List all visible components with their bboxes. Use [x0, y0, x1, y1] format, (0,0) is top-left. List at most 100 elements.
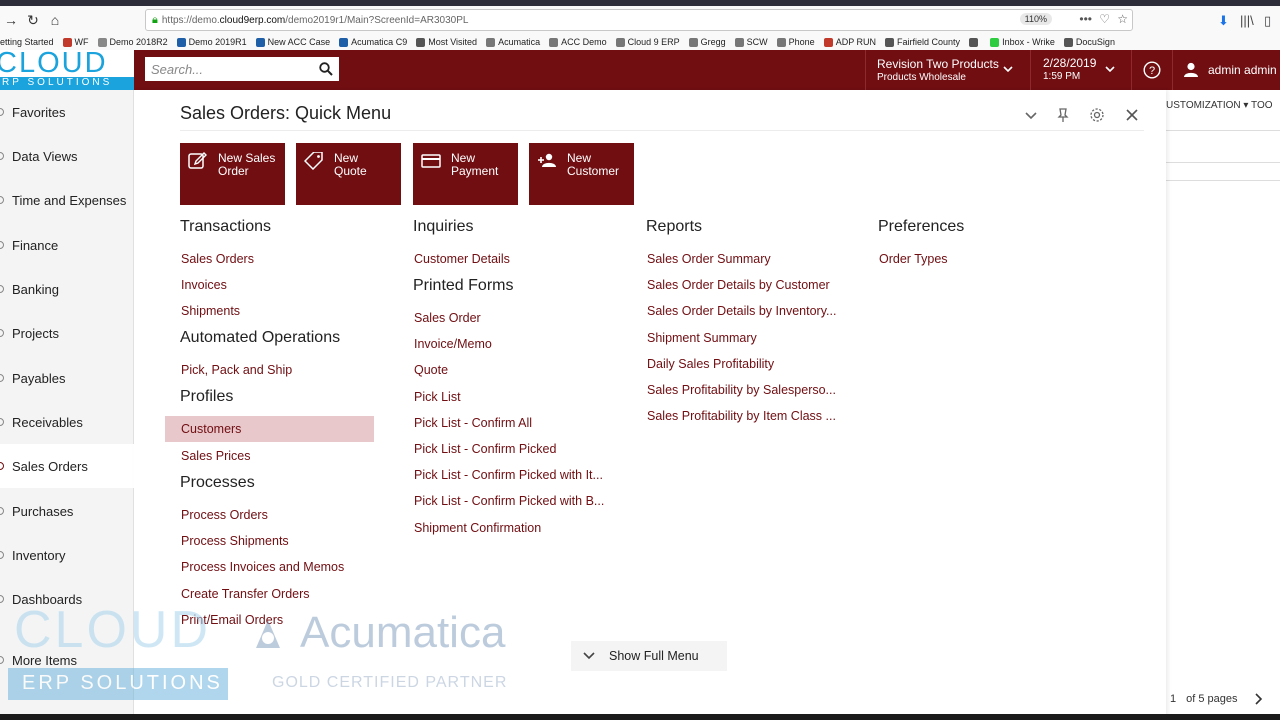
user-menu[interactable]: admin admin — [1184, 50, 1277, 90]
business-date-selector[interactable]: 2/28/2019 1:59 PM — [1031, 50, 1131, 90]
sidebar-item-label: Payables — [12, 370, 66, 386]
address-bar[interactable]: 🔒︎ https://demo.cloud9erp.com/demo2019r1… — [145, 9, 1133, 31]
forward-icon[interactable]: → — [0, 9, 22, 31]
quick-menu-link[interactable]: Order Types — [879, 252, 948, 266]
pin-icon[interactable] — [1055, 107, 1071, 123]
edit-icon — [188, 152, 207, 169]
sidebar-item-data-views[interactable]: Data Views — [0, 134, 134, 178]
quick-menu-link[interactable]: Sales Profitability by Salesperso... — [647, 383, 836, 397]
sidebar-item-purchases[interactable]: Purchases — [0, 489, 134, 533]
chevron-down-icon[interactable] — [1023, 107, 1039, 123]
pager-current-page[interactable]: 1 — [1170, 693, 1176, 705]
section-heading: Inquiries — [413, 218, 474, 235]
chevron-down-icon[interactable] — [1003, 64, 1013, 74]
zoom-level[interactable]: 110% — [1019, 13, 1052, 25]
module-icon — [0, 507, 4, 515]
sidebar-item-payables[interactable]: Payables — [0, 356, 134, 400]
quick-menu-link[interactable]: Sales Profitability by Item Class ... — [647, 409, 836, 423]
bookmark-item[interactable]: Demo 2019R1 — [176, 37, 247, 47]
app-header: CLOUD RP SOLUTIONS Revision Two Products… — [0, 50, 1280, 90]
library-icon[interactable]: |||\ — [1240, 13, 1254, 28]
show-full-menu-button[interactable]: Show Full Menu — [571, 641, 727, 671]
bookmark-item[interactable]: etting Started — [0, 37, 54, 47]
quick-menu-link[interactable]: Sales Orders — [181, 252, 254, 266]
bookmark-item[interactable]: Demo 2018R2 — [97, 37, 168, 47]
quick-menu-link[interactable]: Sales Order Summary — [647, 252, 771, 266]
new-quote-button[interactable]: New Quote — [296, 143, 401, 205]
bookmark-item[interactable]: Acumatica — [486, 37, 540, 47]
new-sales-order-button[interactable]: New Sales Order — [180, 143, 285, 205]
quick-menu-link[interactable]: Daily Sales Profitability — [647, 357, 774, 371]
bookmark-item[interactable]: Most Visited — [416, 37, 477, 47]
bookmark-icon — [549, 37, 559, 47]
sidebar-item-label: Inventory — [12, 547, 66, 563]
quick-menu-link[interactable]: Process Shipments — [181, 534, 289, 548]
new-customer-button[interactable]: New Customer — [529, 143, 634, 205]
quick-menu-link[interactable]: Shipments — [181, 304, 240, 318]
chevron-down-icon[interactable] — [1105, 64, 1115, 74]
company-logo[interactable]: CLOUD RP SOLUTIONS — [0, 50, 134, 90]
quick-menu-link[interactable]: Shipment Confirmation — [414, 521, 541, 535]
bookmark-star-icon[interactable]: ☆ — [1117, 12, 1128, 26]
quick-menu-link[interactable]: Invoices — [181, 278, 227, 292]
quick-menu-link[interactable]: Pick List - Confirm Picked — [414, 442, 556, 456]
search-box[interactable] — [145, 57, 339, 81]
quick-menu-link[interactable]: Pick, Pack and Ship — [181, 363, 292, 377]
sidebar-toggle-icon[interactable]: ▯ — [1264, 13, 1271, 29]
sidebar-item-sales-orders[interactable]: Sales Orders — [0, 444, 134, 488]
pocket-icon[interactable]: ♡ — [1099, 12, 1110, 26]
bookmark-item[interactable]: Cloud 9 ERP — [615, 37, 680, 47]
quick-menu-link[interactable]: Process Invoices and Memos — [181, 560, 344, 574]
section-heading: Preferences — [878, 218, 965, 235]
bookmark-item[interactable]: Fairfield County — [885, 37, 960, 47]
bookmark-item[interactable]: Gregg — [688, 37, 726, 47]
more-actions-icon[interactable]: ••• — [1079, 12, 1092, 26]
new-payment-button[interactable]: New Payment — [413, 143, 518, 205]
bookmark-item[interactable]: Inbox - Wrike — [990, 37, 1055, 47]
quick-menu-link[interactable]: Pick List - Confirm Picked with B... — [414, 494, 604, 508]
gear-icon[interactable] — [1089, 107, 1105, 123]
bookmark-item[interactable]: SCW — [734, 37, 768, 47]
quick-menu-link[interactable]: Sales Prices — [181, 449, 250, 463]
reload-icon[interactable]: ↻ — [22, 9, 44, 31]
quick-menu-link[interactable]: Pick List - Confirm Picked with It... — [414, 468, 603, 482]
sidebar-item-banking[interactable]: Banking — [0, 267, 134, 311]
quick-menu-link[interactable]: Process Orders — [181, 508, 268, 522]
chevron-right-icon[interactable] — [1252, 693, 1264, 705]
bookmark-label: SCW — [746, 37, 768, 47]
bookmark-item[interactable] — [969, 37, 981, 47]
bookmark-item[interactable]: Phone — [776, 37, 815, 47]
close-icon[interactable] — [1124, 107, 1140, 123]
search-input[interactable] — [151, 61, 311, 77]
quick-menu-link[interactable]: Pick List — [414, 390, 461, 404]
quick-menu-link[interactable]: Sales Order Details by Inventory... — [647, 304, 836, 318]
sidebar-item-finance[interactable]: Finance — [0, 223, 134, 267]
sidebar-item-receivables[interactable]: Receivables — [0, 400, 134, 444]
quick-menu-link[interactable]: Shipment Summary — [647, 331, 757, 345]
bookmark-item[interactable]: ADP RUN — [823, 37, 876, 47]
help-icon[interactable]: ? — [1143, 61, 1161, 79]
quick-menu-link[interactable]: Sales Order Details by Customer — [647, 278, 830, 292]
quick-menu-link[interactable]: Pick List - Confirm All — [414, 416, 532, 430]
bookmark-item[interactable]: DocuSign — [1063, 37, 1115, 47]
bookmark-item[interactable]: New ACC Case — [255, 37, 330, 47]
quick-menu-link[interactable]: Quote — [414, 363, 448, 377]
home-icon[interactable]: ⌂ — [44, 9, 66, 31]
quick-menu-link[interactable]: Customers — [165, 416, 374, 442]
pager: 1 of 5 pages — [1170, 693, 1264, 705]
quick-menu-link[interactable]: Invoice/Memo — [414, 337, 492, 351]
sidebar-item-projects[interactable]: Projects — [0, 311, 134, 355]
bookmark-item[interactable]: Acumatica C9 — [339, 37, 407, 47]
sidebar-item-inventory[interactable]: Inventory — [0, 533, 134, 577]
download-icon[interactable]: ⬇ — [1218, 13, 1229, 29]
bookmark-item[interactable]: WF — [62, 37, 89, 47]
search-icon[interactable] — [319, 62, 333, 76]
sidebar-item-favorites[interactable]: Favorites — [0, 90, 134, 134]
module-icon — [0, 152, 4, 160]
sidebar-item-time-and-expenses[interactable]: Time and Expenses — [0, 178, 134, 222]
quick-menu-link[interactable]: Customer Details — [414, 252, 510, 266]
bookmark-item[interactable]: ACC Demo — [549, 37, 607, 47]
header-separator — [1131, 50, 1132, 90]
quick-menu-link[interactable]: Sales Order — [414, 311, 481, 325]
card-icon — [421, 154, 441, 168]
